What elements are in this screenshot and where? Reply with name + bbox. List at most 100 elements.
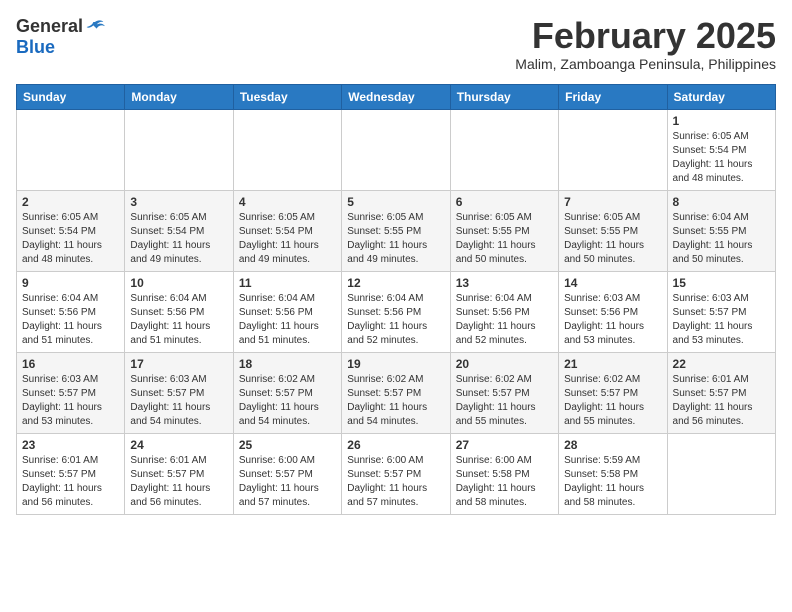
day-info: Sunrise: 6:00 AM Sunset: 5:57 PM Dayligh… [239,454,336,510]
day-info: Sunrise: 6:04 AM Sunset: 5:56 PM Dayligh… [456,292,553,348]
calendar-week-row: 1 Sunrise: 6:05 AM Sunset: 5:54 PM Daylig… [17,109,776,190]
day-number: 26 [347,438,444,452]
calendar-cell: 11 Sunrise: 6:04 AM Sunset: 5:56 PM Dayli… [233,271,341,352]
day-info: Sunrise: 6:02 AM Sunset: 5:57 PM Dayligh… [456,373,553,429]
calendar-cell: 3Sunrise: 6:05 AM Sunset: 5:54 PM Daylig… [125,190,233,271]
weekday-header-sunday: Sunday [17,84,125,109]
calendar-table: SundayMondayTuesdayWednesdayThursdayFrid… [16,84,776,515]
calendar-week-row: 23 Sunrise: 6:01 AM Sunset: 5:57 PM Dayli… [17,433,776,514]
calendar-cell: 28Sunrise: 5:59 AM Sunset: 5:58 PM Dayli… [559,433,667,514]
calendar-cell: 6 Sunrise: 6:05 AM Sunset: 5:55 PM Daylig… [450,190,558,271]
weekday-header-saturday: Saturday [667,84,775,109]
calendar-cell: 21 Sunrise: 6:02 AM Sunset: 5:57 PM Dayli… [559,352,667,433]
calendar-cell: 12Sunrise: 6:04 AM Sunset: 5:56 PM Dayli… [342,271,450,352]
day-number: 17 [130,357,227,371]
location-subtitle: Malim, Zamboanga Peninsula, Philippines [515,56,776,72]
calendar-cell: 17 Sunrise: 6:03 AM Sunset: 5:57 PM Dayli… [125,352,233,433]
day-number: 8 [673,195,770,209]
calendar-cell: 20 Sunrise: 6:02 AM Sunset: 5:57 PM Dayli… [450,352,558,433]
day-number: 1 [673,114,770,128]
day-number: 4 [239,195,336,209]
calendar-cell: 19 Sunrise: 6:02 AM Sunset: 5:57 PM Dayli… [342,352,450,433]
calendar-cell: 7 Sunrise: 6:05 AM Sunset: 5:55 PM Daylig… [559,190,667,271]
day-info: Sunrise: 6:02 AM Sunset: 5:57 PM Dayligh… [564,373,661,429]
calendar-cell: 14 Sunrise: 6:03 AM Sunset: 5:56 PM Dayli… [559,271,667,352]
day-number: 18 [239,357,336,371]
day-number: 14 [564,276,661,290]
day-info: Sunrise: 6:00 AM Sunset: 5:58 PM Dayligh… [456,454,553,510]
calendar-cell [559,109,667,190]
calendar-week-row: 9 Sunrise: 6:04 AM Sunset: 5:56 PM Daylig… [17,271,776,352]
calendar-cell: 23 Sunrise: 6:01 AM Sunset: 5:57 PM Dayli… [17,433,125,514]
day-info: Sunrise: 6:04 AM Sunset: 5:56 PM Dayligh… [239,292,336,348]
day-info: Sunrise: 6:05 AM Sunset: 5:55 PM Dayligh… [564,211,661,267]
day-info: Sunrise: 6:03 AM Sunset: 5:57 PM Dayligh… [22,373,119,429]
day-info: Sunrise: 6:04 AM Sunset: 5:55 PM Dayligh… [673,211,770,267]
calendar-cell [450,109,558,190]
logo-blue-text: Blue [16,37,55,58]
day-number: 23 [22,438,119,452]
month-title: February 2025 [515,16,776,56]
weekday-header-monday: Monday [125,84,233,109]
day-info: Sunrise: 6:05 AM Sunset: 5:55 PM Dayligh… [347,211,444,267]
calendar-week-row: 2 Sunrise: 6:05 AM Sunset: 5:54 PM Daylig… [17,190,776,271]
day-number: 19 [347,357,444,371]
day-number: 15 [673,276,770,290]
day-info: Sunrise: 5:59 AM Sunset: 5:58 PM Dayligh… [564,454,661,510]
day-info: Sunrise: 6:00 AM Sunset: 5:57 PM Dayligh… [347,454,444,510]
day-info: Sunrise: 6:04 AM Sunset: 5:56 PM Dayligh… [130,292,227,348]
day-number: 10 [130,276,227,290]
day-info: Sunrise: 6:01 AM Sunset: 5:57 PM Dayligh… [130,454,227,510]
day-number: 16 [22,357,119,371]
day-number: 5 [347,195,444,209]
calendar-cell: 5 Sunrise: 6:05 AM Sunset: 5:55 PM Daylig… [342,190,450,271]
day-number: 24 [130,438,227,452]
calendar-cell: 24 Sunrise: 6:01 AM Sunset: 5:57 PM Dayli… [125,433,233,514]
calendar-cell: 9 Sunrise: 6:04 AM Sunset: 5:56 PM Daylig… [17,271,125,352]
day-number: 25 [239,438,336,452]
day-number: 27 [456,438,553,452]
day-info: Sunrise: 6:01 AM Sunset: 5:57 PM Dayligh… [22,454,119,510]
calendar-cell: 8 Sunrise: 6:04 AM Sunset: 5:55 PM Daylig… [667,190,775,271]
day-number: 22 [673,357,770,371]
day-info: Sunrise: 6:01 AM Sunset: 5:57 PM Dayligh… [673,373,770,429]
day-info: Sunrise: 6:05 AM Sunset: 5:54 PM Dayligh… [673,130,770,186]
weekday-header-friday: Friday [559,84,667,109]
calendar-cell: 26 Sunrise: 6:00 AM Sunset: 5:57 PM Dayli… [342,433,450,514]
day-info: Sunrise: 6:03 AM Sunset: 5:56 PM Dayligh… [564,292,661,348]
day-info: Sunrise: 6:04 AM Sunset: 5:56 PM Dayligh… [22,292,119,348]
logo: General Blue [16,16,105,58]
day-number: 21 [564,357,661,371]
day-info: Sunrise: 6:03 AM Sunset: 5:57 PM Dayligh… [673,292,770,348]
calendar-cell: 15 Sunrise: 6:03 AM Sunset: 5:57 PM Dayli… [667,271,775,352]
day-info: Sunrise: 6:02 AM Sunset: 5:57 PM Dayligh… [239,373,336,429]
day-info: Sunrise: 6:02 AM Sunset: 5:57 PM Dayligh… [347,373,444,429]
calendar-cell: 27 Sunrise: 6:00 AM Sunset: 5:58 PM Dayli… [450,433,558,514]
day-info: Sunrise: 6:03 AM Sunset: 5:57 PM Dayligh… [130,373,227,429]
weekday-header-row: SundayMondayTuesdayWednesdayThursdayFrid… [17,84,776,109]
day-number: 9 [22,276,119,290]
day-number: 6 [456,195,553,209]
calendar-cell [233,109,341,190]
weekday-header-tuesday: Tuesday [233,84,341,109]
day-number: 13 [456,276,553,290]
day-number: 20 [456,357,553,371]
calendar-cell: 4 Sunrise: 6:05 AM Sunset: 5:54 PM Daylig… [233,190,341,271]
weekday-header-thursday: Thursday [450,84,558,109]
calendar-cell [342,109,450,190]
day-info: Sunrise: 6:05 AM Sunset: 5:55 PM Dayligh… [456,211,553,267]
calendar-cell [17,109,125,190]
title-section: February 2025 Malim, Zamboanga Peninsula… [515,16,776,72]
day-number: 2 [22,195,119,209]
day-number: 11 [239,276,336,290]
day-number: 7 [564,195,661,209]
calendar-cell [667,433,775,514]
calendar-cell: 10 Sunrise: 6:04 AM Sunset: 5:56 PM Dayli… [125,271,233,352]
calendar-cell: 1 Sunrise: 6:05 AM Sunset: 5:54 PM Daylig… [667,109,775,190]
day-info: Sunrise: 6:05 AM Sunset: 5:54 PM Dayligh… [22,211,119,267]
calendar-week-row: 16 Sunrise: 6:03 AM Sunset: 5:57 PM Dayli… [17,352,776,433]
calendar-cell: 2 Sunrise: 6:05 AM Sunset: 5:54 PM Daylig… [17,190,125,271]
weekday-header-wednesday: Wednesday [342,84,450,109]
calendar-cell: 16 Sunrise: 6:03 AM Sunset: 5:57 PM Dayli… [17,352,125,433]
day-info: Sunrise: 6:05 AM Sunset: 5:54 PM Dayligh… [239,211,336,267]
